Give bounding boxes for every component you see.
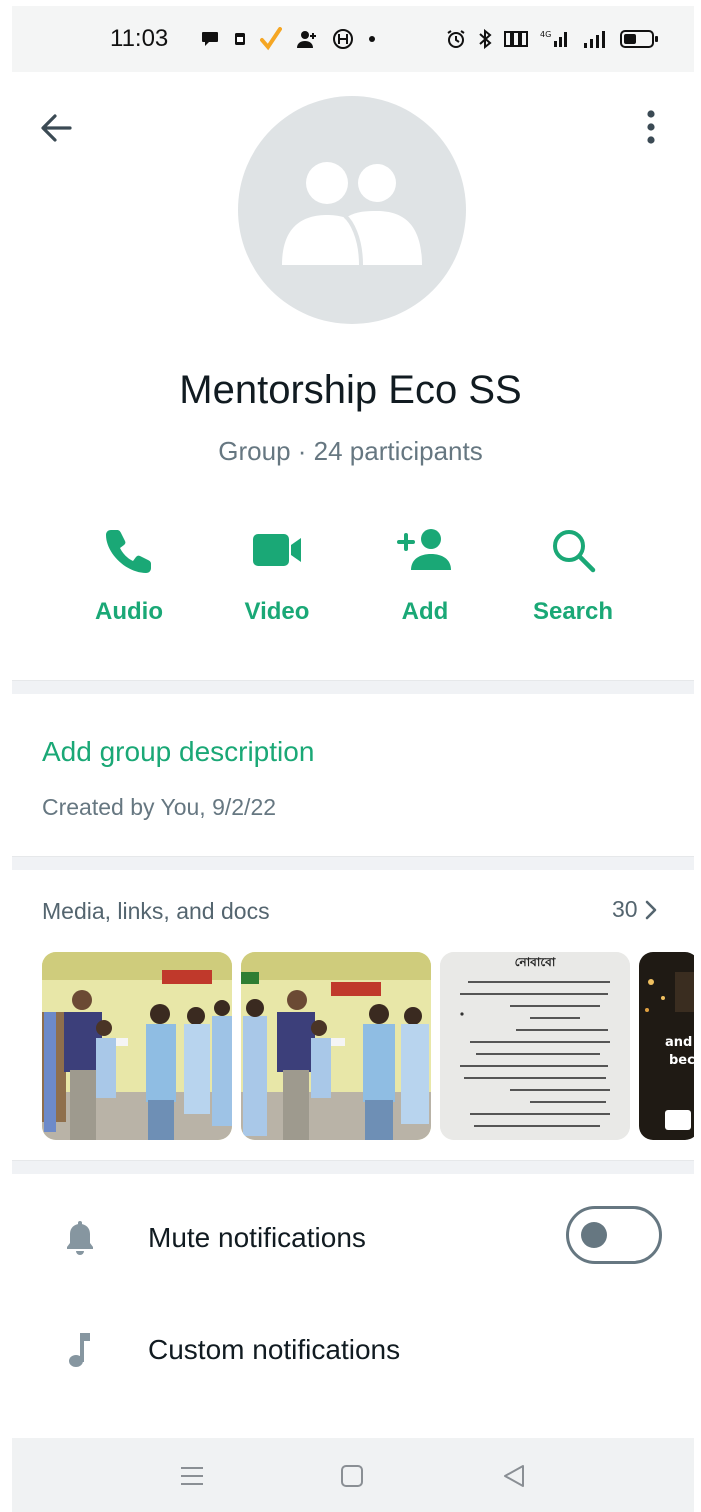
- document-thumbnail-image: নোবাবো: [440, 952, 630, 1140]
- chevron-right-icon: [645, 900, 656, 919]
- group-avatar[interactable]: [238, 96, 466, 324]
- more-options-button[interactable]: [636, 106, 666, 148]
- photo-thumbnail-image: [42, 952, 232, 1140]
- battery-icon: [620, 30, 658, 48]
- search-button[interactable]: Search: [499, 520, 647, 626]
- search-icon: [543, 520, 603, 580]
- data-icon: [504, 31, 528, 47]
- mute-notifications-toggle[interactable]: [566, 1206, 662, 1264]
- media-thumbnail[interactable]: [241, 952, 431, 1140]
- check-icon: [260, 27, 282, 51]
- media-thumbnail-row: নোবাবো and bec: [42, 952, 694, 1140]
- media-count: 30: [612, 896, 638, 922]
- chat-bubble-icon: [202, 32, 218, 46]
- media-thumbnail[interactable]: নোবাবো: [440, 952, 630, 1140]
- add-participant-button[interactable]: Add: [351, 520, 499, 626]
- add-group-description-link[interactable]: Add group description: [42, 736, 314, 768]
- section-divider: [12, 856, 694, 870]
- video-call-button[interactable]: Video: [203, 520, 351, 626]
- dot-icon: [369, 36, 375, 42]
- arrow-left-icon: [41, 114, 72, 142]
- custom-notifications-row[interactable]: Custom notifications: [12, 1300, 694, 1400]
- custom-notifications-label: Custom notifications: [148, 1334, 401, 1365]
- media-section-title: Media, links, and docs: [42, 898, 270, 924]
- bluetooth-icon: [479, 29, 492, 49]
- section-divider: [12, 1160, 694, 1174]
- menu-lines-icon: [181, 1467, 203, 1485]
- system-back-button[interactable]: [496, 1458, 532, 1494]
- media-thumbnail[interactable]: [42, 952, 232, 1140]
- add-person-icon: [395, 520, 455, 580]
- photo-thumbnail-image: [241, 952, 431, 1140]
- created-by-text: Created by You, 9/2/22: [42, 794, 277, 820]
- bell-icon: [64, 1218, 96, 1258]
- status-left-icons: [200, 27, 376, 51]
- signal-icon: [584, 31, 605, 48]
- media-thumbnail-video[interactable]: and y beco: [639, 952, 694, 1140]
- audio-call-button[interactable]: Audio: [55, 520, 203, 626]
- sim-icon: [235, 33, 245, 45]
- status-time: 11:03: [110, 25, 169, 52]
- phone-icon: [99, 520, 159, 580]
- svg-text:4G: 4G: [540, 30, 551, 39]
- status-right-icons: 4G: [446, 29, 658, 49]
- circle-h-icon: [333, 29, 353, 49]
- recent-apps-button[interactable]: [174, 1458, 210, 1494]
- music-note-icon: [64, 1330, 96, 1370]
- document-heading: নোবাবো: [515, 955, 556, 969]
- media-count-button[interactable]: 30: [612, 896, 658, 923]
- 4g-signal-icon: 4G: [540, 30, 567, 47]
- home-button[interactable]: [334, 1458, 370, 1494]
- group-participants-count: Group · 24 participants: [218, 436, 483, 466]
- add-label: Add: [401, 598, 449, 625]
- alarm-icon: [447, 30, 465, 48]
- video-icon: [247, 520, 307, 580]
- person-add-icon: [297, 31, 316, 48]
- video-label: Video: [244, 598, 310, 625]
- square-icon: [341, 1465, 363, 1487]
- video-thumbnail-image: and y beco: [639, 952, 694, 1140]
- more-vertical-icon: [647, 110, 655, 144]
- back-button[interactable]: [36, 108, 76, 148]
- group-info-screen: 11:03 4G Mentorship Eco SS Group · 24 pa…: [0, 0, 701, 1512]
- group-people-icon: [282, 162, 422, 265]
- action-row: Audio Video Add Search: [55, 520, 647, 626]
- toggle-knob: [581, 1222, 607, 1248]
- search-label: Search: [532, 598, 614, 625]
- triangle-left-icon: [504, 1465, 524, 1487]
- video-caption-line2: beco: [669, 1053, 694, 1068]
- video-caption-line1: and y: [665, 1035, 694, 1050]
- status-bar: 11:03 4G: [12, 6, 694, 72]
- audio-label: Audio: [95, 598, 163, 625]
- section-divider: [12, 680, 694, 694]
- mute-notifications-label: Mute notifications: [148, 1222, 366, 1253]
- group-name: Mentorship Eco SS: [179, 368, 522, 412]
- system-nav-bar: [12, 1438, 694, 1512]
